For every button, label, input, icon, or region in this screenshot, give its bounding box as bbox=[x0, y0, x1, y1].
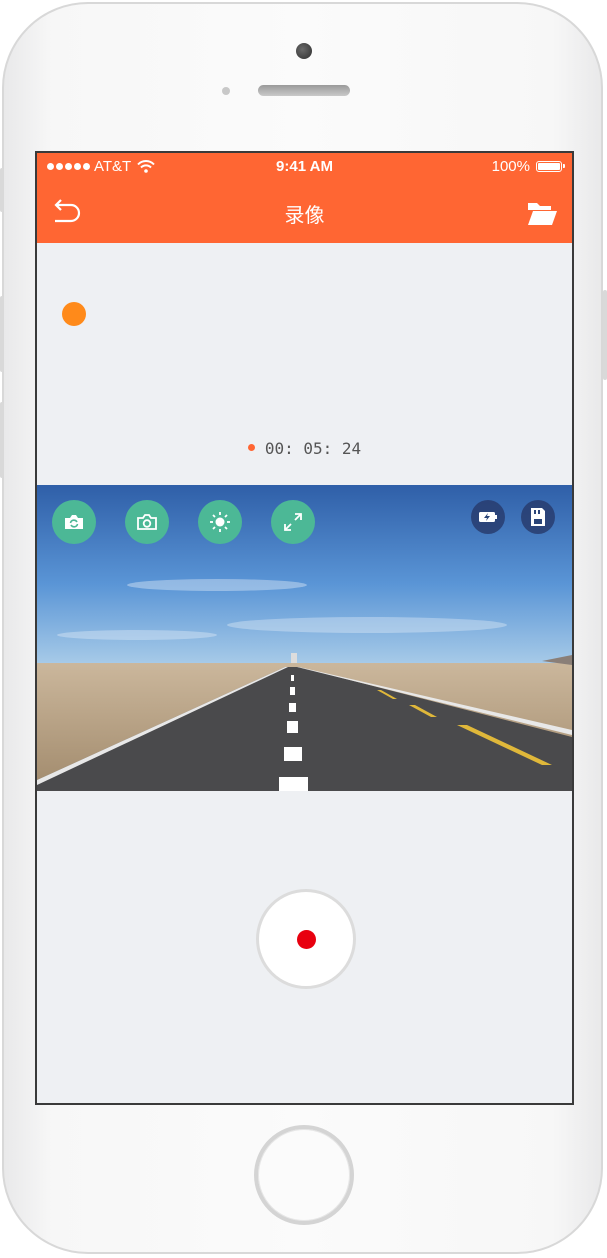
page-title: 录像 bbox=[284, 205, 325, 227]
top-bar: AT&T 9:41 AM 100% 录像 bbox=[37, 153, 572, 243]
switch-camera-button[interactable] bbox=[52, 500, 96, 544]
battery-icon bbox=[536, 161, 565, 172]
power-button bbox=[603, 290, 607, 380]
front-camera bbox=[296, 43, 312, 59]
expand-icon bbox=[284, 513, 302, 531]
camera-rotate-icon bbox=[65, 515, 83, 529]
earpiece-speaker bbox=[258, 85, 350, 96]
snapshot-button[interactable] bbox=[125, 500, 169, 544]
battery-charging-icon bbox=[479, 512, 497, 522]
status-right: 100% bbox=[491, 158, 565, 175]
app-screen: AT&T 9:41 AM 100% 录像 00: 05: 24 bbox=[35, 151, 574, 1105]
battery-status-button[interactable] bbox=[471, 500, 505, 534]
sd-card-button[interactable] bbox=[521, 500, 555, 534]
record-dot-icon bbox=[297, 930, 316, 949]
brightness-button[interactable] bbox=[198, 500, 242, 544]
folder-icon bbox=[528, 203, 557, 225]
battery-percent: 100% bbox=[491, 158, 530, 175]
recording-timer: 00: 05: 24 bbox=[37, 439, 572, 458]
home-button[interactable] bbox=[254, 1125, 354, 1225]
record-button[interactable] bbox=[256, 889, 356, 989]
folder-button[interactable] bbox=[526, 199, 558, 227]
camera-icon bbox=[137, 514, 157, 530]
recording-indicator bbox=[62, 302, 86, 326]
sd-card-icon bbox=[531, 508, 545, 526]
volume-down-button bbox=[0, 402, 4, 478]
proximity-sensor bbox=[222, 87, 230, 95]
mute-switch bbox=[0, 168, 4, 212]
volume-up-button bbox=[0, 296, 4, 372]
fullscreen-button[interactable] bbox=[271, 500, 315, 544]
timer-dot bbox=[247, 444, 255, 451]
sun-icon bbox=[210, 512, 230, 532]
video-preview[interactable] bbox=[37, 485, 572, 791]
status-bar: AT&T 9:41 AM 100% bbox=[37, 153, 572, 179]
timer-value: 00: 05: 24 bbox=[264, 439, 362, 458]
